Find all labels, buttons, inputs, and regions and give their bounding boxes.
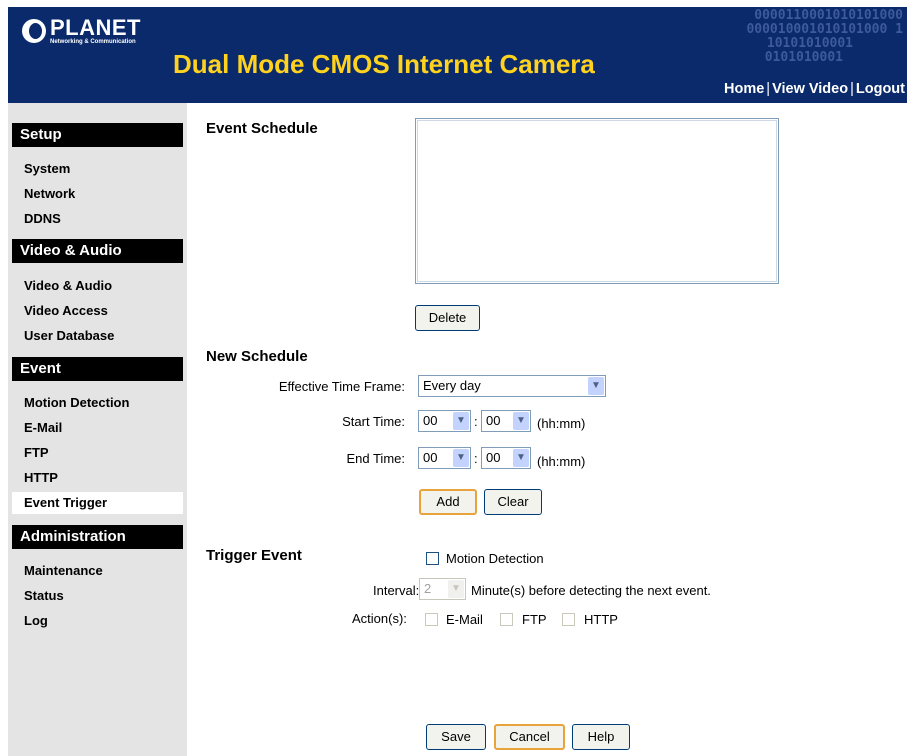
interval-suffix: Minute(s) before detecting the next even… (471, 583, 711, 598)
start-hour-value: 00 (423, 413, 438, 428)
clear-button[interactable]: Clear (484, 489, 542, 515)
nav-separator: | (766, 81, 771, 97)
chevron-down-icon: ▼ (448, 580, 464, 598)
actions-label: Action(s): (352, 611, 407, 626)
start-minute-value: 00 (486, 413, 501, 428)
sidebar-item-log[interactable]: Log (24, 613, 48, 628)
sidebar-item-maintenance[interactable]: Maintenance (24, 563, 103, 578)
nav-view-video-link[interactable]: View Video (772, 81, 848, 97)
end-minute-value: 00 (486, 450, 501, 465)
end-minute-select[interactable]: 00 ▼ (481, 447, 531, 469)
motion-detection-checkbox[interactable] (426, 552, 439, 565)
sidebar-section-setup: Setup (12, 123, 183, 147)
http-action-label: HTTP (584, 612, 618, 627)
sidebar-item-video-access[interactable]: Video Access (24, 303, 108, 318)
add-button[interactable]: Add (419, 489, 477, 515)
nav-logout-link[interactable]: Logout (856, 81, 905, 97)
ftp-action-label: FTP (522, 612, 547, 627)
time-colon: : (474, 451, 478, 466)
sidebar-item-email[interactable]: E-Mail (24, 420, 62, 435)
email-action-checkbox[interactable] (425, 613, 438, 626)
time-colon: : (474, 414, 478, 429)
top-nav: Home | View Video | Logout (724, 81, 905, 97)
sidebar-item-network[interactable]: Network (24, 186, 75, 201)
interval-value: 2 (424, 581, 432, 596)
page-title: Dual Mode CMOS Internet Camera (173, 49, 595, 79)
binary-line: 0101010001 (764, 50, 843, 65)
sidebar-item-video-audio[interactable]: Video & Audio (24, 278, 112, 293)
planet-logo[interactable]: PLANET Networking & Communication (22, 17, 141, 46)
nav-home-link[interactable]: Home (724, 81, 764, 97)
logo-tagline: Networking & Communication (50, 39, 136, 45)
event-schedule-heading: Event Schedule (206, 120, 318, 137)
start-hour-select[interactable]: 00 ▼ (418, 410, 471, 432)
interval-select[interactable]: 2 ▼ (419, 578, 466, 600)
sidebar-item-ftp[interactable]: FTP (24, 445, 49, 460)
save-button[interactable]: Save (426, 724, 486, 750)
binary-decoration: 0000110001010101000 000010001010101000 1… (746, 9, 903, 65)
interval-label: Interval: (373, 583, 420, 598)
sidebar-item-user-database[interactable]: User Database (24, 328, 114, 343)
sidebar-item-motion-detection[interactable]: Motion Detection (24, 395, 129, 410)
chevron-down-icon: ▼ (453, 449, 469, 467)
chevron-down-icon: ▼ (588, 377, 604, 395)
new-schedule-heading: New Schedule (206, 348, 308, 365)
start-minute-select[interactable]: 00 ▼ (481, 410, 531, 432)
end-time-label: End Time: (346, 451, 405, 466)
time-frame-value: Every day (423, 378, 481, 393)
email-action-label: E-Mail (446, 612, 483, 627)
sidebar-item-system[interactable]: System (24, 161, 70, 176)
sidebar: Setup System Network DDNS Video & Audio … (8, 103, 187, 756)
sidebar-section-video-audio: Video & Audio (12, 239, 183, 263)
sidebar-item-ddns[interactable]: DDNS (24, 211, 61, 226)
motion-detection-label: Motion Detection (446, 551, 544, 566)
binary-line: 10101010001 (766, 36, 853, 51)
end-hour-select[interactable]: 00 ▼ (418, 447, 471, 469)
http-action-checkbox[interactable] (562, 613, 575, 626)
ftp-action-checkbox[interactable] (500, 613, 513, 626)
binary-line: 000010001010101000 1 (746, 22, 903, 37)
cancel-button[interactable]: Cancel (494, 724, 565, 750)
help-button[interactable]: Help (572, 724, 630, 750)
sidebar-section-event: Event (12, 357, 183, 381)
chevron-down-icon: ▼ (453, 412, 469, 430)
event-schedule-list[interactable] (415, 118, 779, 284)
sidebar-item-http[interactable]: HTTP (24, 470, 58, 485)
nav-separator: | (850, 81, 854, 97)
time-frame-label: Effective Time Frame: (278, 379, 405, 394)
start-time-label: Start Time: (342, 414, 405, 429)
sidebar-section-administration: Administration (12, 525, 183, 549)
delete-button[interactable]: Delete (415, 305, 480, 331)
binary-line: 0000110001010101000 (754, 8, 903, 23)
chevron-down-icon: ▼ (513, 412, 529, 430)
logo-name: PLANET (50, 15, 141, 40)
header-banner: 0000110001010101000 000010001010101000 1… (8, 7, 907, 103)
sidebar-item-event-trigger[interactable]: Event Trigger (12, 492, 183, 514)
time-frame-select[interactable]: Every day ▼ (418, 375, 606, 397)
time-unit-label: (hh:mm) (537, 416, 586, 431)
end-hour-value: 00 (423, 450, 438, 465)
time-unit-label: (hh:mm) (537, 454, 586, 469)
trigger-event-heading: Trigger Event (206, 547, 302, 564)
chevron-down-icon: ▼ (513, 449, 529, 467)
planet-logo-icon (22, 19, 46, 43)
sidebar-item-status[interactable]: Status (24, 588, 64, 603)
